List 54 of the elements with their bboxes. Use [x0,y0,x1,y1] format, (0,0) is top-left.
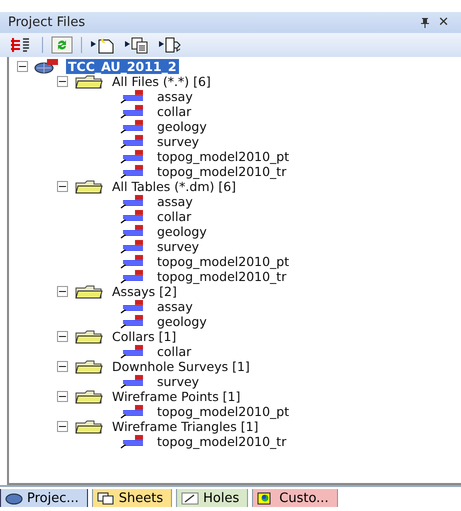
folder-icon [74,360,104,374]
file-node[interactable]: topog_model2010_tr [155,434,288,449]
file-node[interactable]: topog_model2010_pt [155,149,292,164]
folder-icon [74,390,104,404]
panel-tab[interactable]: Projec... [0,489,88,507]
panel-tab[interactable]: Holes [176,489,248,507]
folder-node[interactable]: Assays [2] [110,284,179,299]
project-node[interactable]: TCC_AU_2011_2 [66,59,179,74]
close-button[interactable]: ✕ [434,16,453,29]
panel-tab[interactable]: Custo... [252,489,338,507]
globe-icon [5,492,23,505]
globe-icon [34,59,60,74]
file-node[interactable]: geology [155,224,209,239]
collapse-toggle[interactable] [57,421,68,432]
file-node[interactable]: collar [155,344,194,359]
collapse-toggle[interactable] [57,181,68,192]
collapse-toggle[interactable] [57,361,68,372]
file-node[interactable]: topog_model2010_tr [155,164,288,179]
collapse-toggle[interactable] [57,286,68,297]
folder-node[interactable]: All Tables (*.dm) [6] [110,179,238,194]
file-node[interactable]: survey [155,374,202,389]
folder-icon [74,420,104,434]
panel-title: Project Files [8,14,86,32]
copy-button[interactable] [124,36,150,54]
file-node[interactable]: topog_model2010_pt [155,254,292,269]
file-node[interactable]: geology [155,314,209,329]
file-node[interactable]: geology [155,119,209,134]
collapse-toggle[interactable] [17,61,28,72]
file-node[interactable]: assay [155,299,195,314]
folder-node[interactable]: Downhole Surveys [1] [110,359,252,374]
folder-node[interactable]: Wireframe Points [1] [110,389,242,404]
folder-node[interactable]: Collars [1] [110,329,178,344]
folder-node[interactable]: Wireframe Triangles [1] [110,419,260,434]
sheets-icon [96,492,115,505]
folder-icon [74,180,104,194]
file-node[interactable]: assay [155,194,195,209]
file-node[interactable]: collar [155,104,194,119]
file-node[interactable]: collar [155,209,194,224]
folder-icon [74,74,104,88]
file-node[interactable]: topog_model2010_pt [155,404,292,419]
collapse-toggle[interactable] [57,76,68,87]
file-node[interactable]: survey [155,239,202,254]
collapse-toggle[interactable] [57,331,68,342]
file-node[interactable]: survey [155,134,202,149]
panel-tab[interactable]: Sheets [92,489,172,507]
folder-icon [74,284,104,298]
file-node[interactable]: assay [155,89,195,104]
refresh-button[interactable] [51,36,73,54]
folder-icon [74,330,104,344]
new-file-button[interactable] [90,36,116,54]
collapse-toggle[interactable] [57,391,68,402]
folder-node[interactable]: All Files (*.*) [6] [110,74,213,89]
drillhole-icon [181,492,200,505]
file-node[interactable]: topog_model2010_tr [155,269,288,284]
